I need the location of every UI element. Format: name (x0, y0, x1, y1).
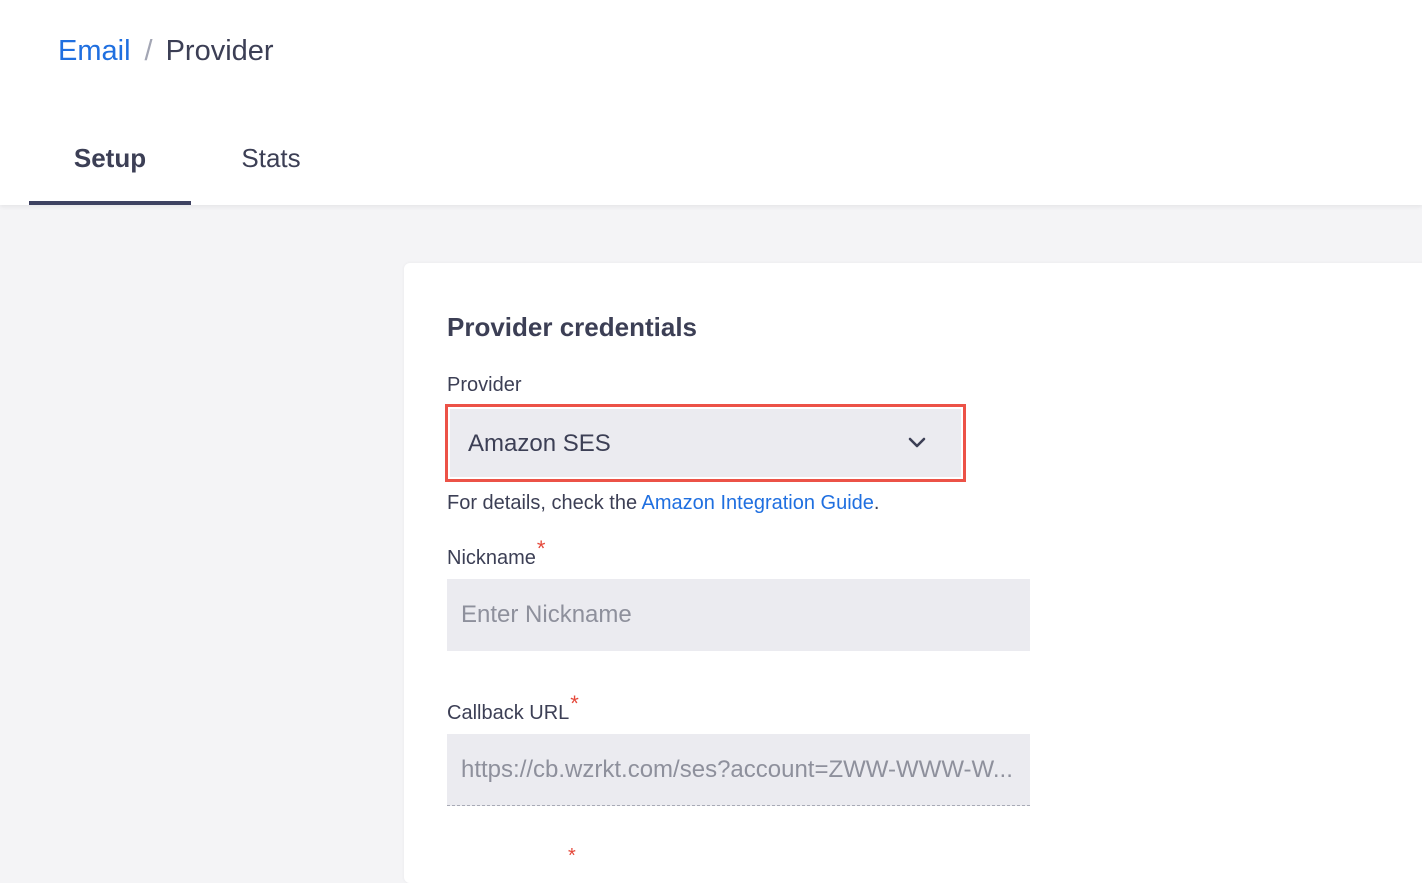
required-marker: * (570, 691, 579, 716)
breadcrumb: Email / Provider (58, 32, 274, 70)
page-header: Email / Provider Setup Stats (0, 0, 1422, 205)
required-marker: * (536, 536, 546, 561)
provider-select-value: Amazon SES (468, 430, 611, 457)
helper-prefix: For details, check the (447, 492, 642, 514)
tab-stats[interactable]: Stats (205, 120, 337, 205)
callback-url-label: Callback URL* (447, 691, 579, 727)
breadcrumb-current: Provider (165, 35, 274, 67)
breadcrumb-separator: / (144, 35, 153, 67)
provider-select[interactable]: Amazon SES (450, 409, 961, 477)
nickname-label-text: Nickname (447, 547, 536, 569)
nickname-label: Nickname* (447, 536, 545, 572)
chevron-down-icon (906, 435, 928, 451)
callback-url-label-text: Callback URL (447, 702, 570, 724)
helper-suffix: . (873, 492, 880, 514)
tab-setup[interactable]: Setup (29, 120, 191, 205)
breadcrumb-email-link[interactable]: Email (58, 35, 131, 67)
amazon-integration-guide-link[interactable]: Amazon Integration Guide (642, 492, 874, 514)
required-marker-partial: * (568, 845, 576, 867)
callback-url-field[interactable] (447, 734, 1030, 806)
nickname-input[interactable] (447, 579, 1030, 651)
card-title: Provider credentials (447, 312, 697, 342)
provider-label: Provider (447, 374, 522, 396)
provider-helper-text: For details, check the Amazon Integratio… (447, 489, 879, 517)
